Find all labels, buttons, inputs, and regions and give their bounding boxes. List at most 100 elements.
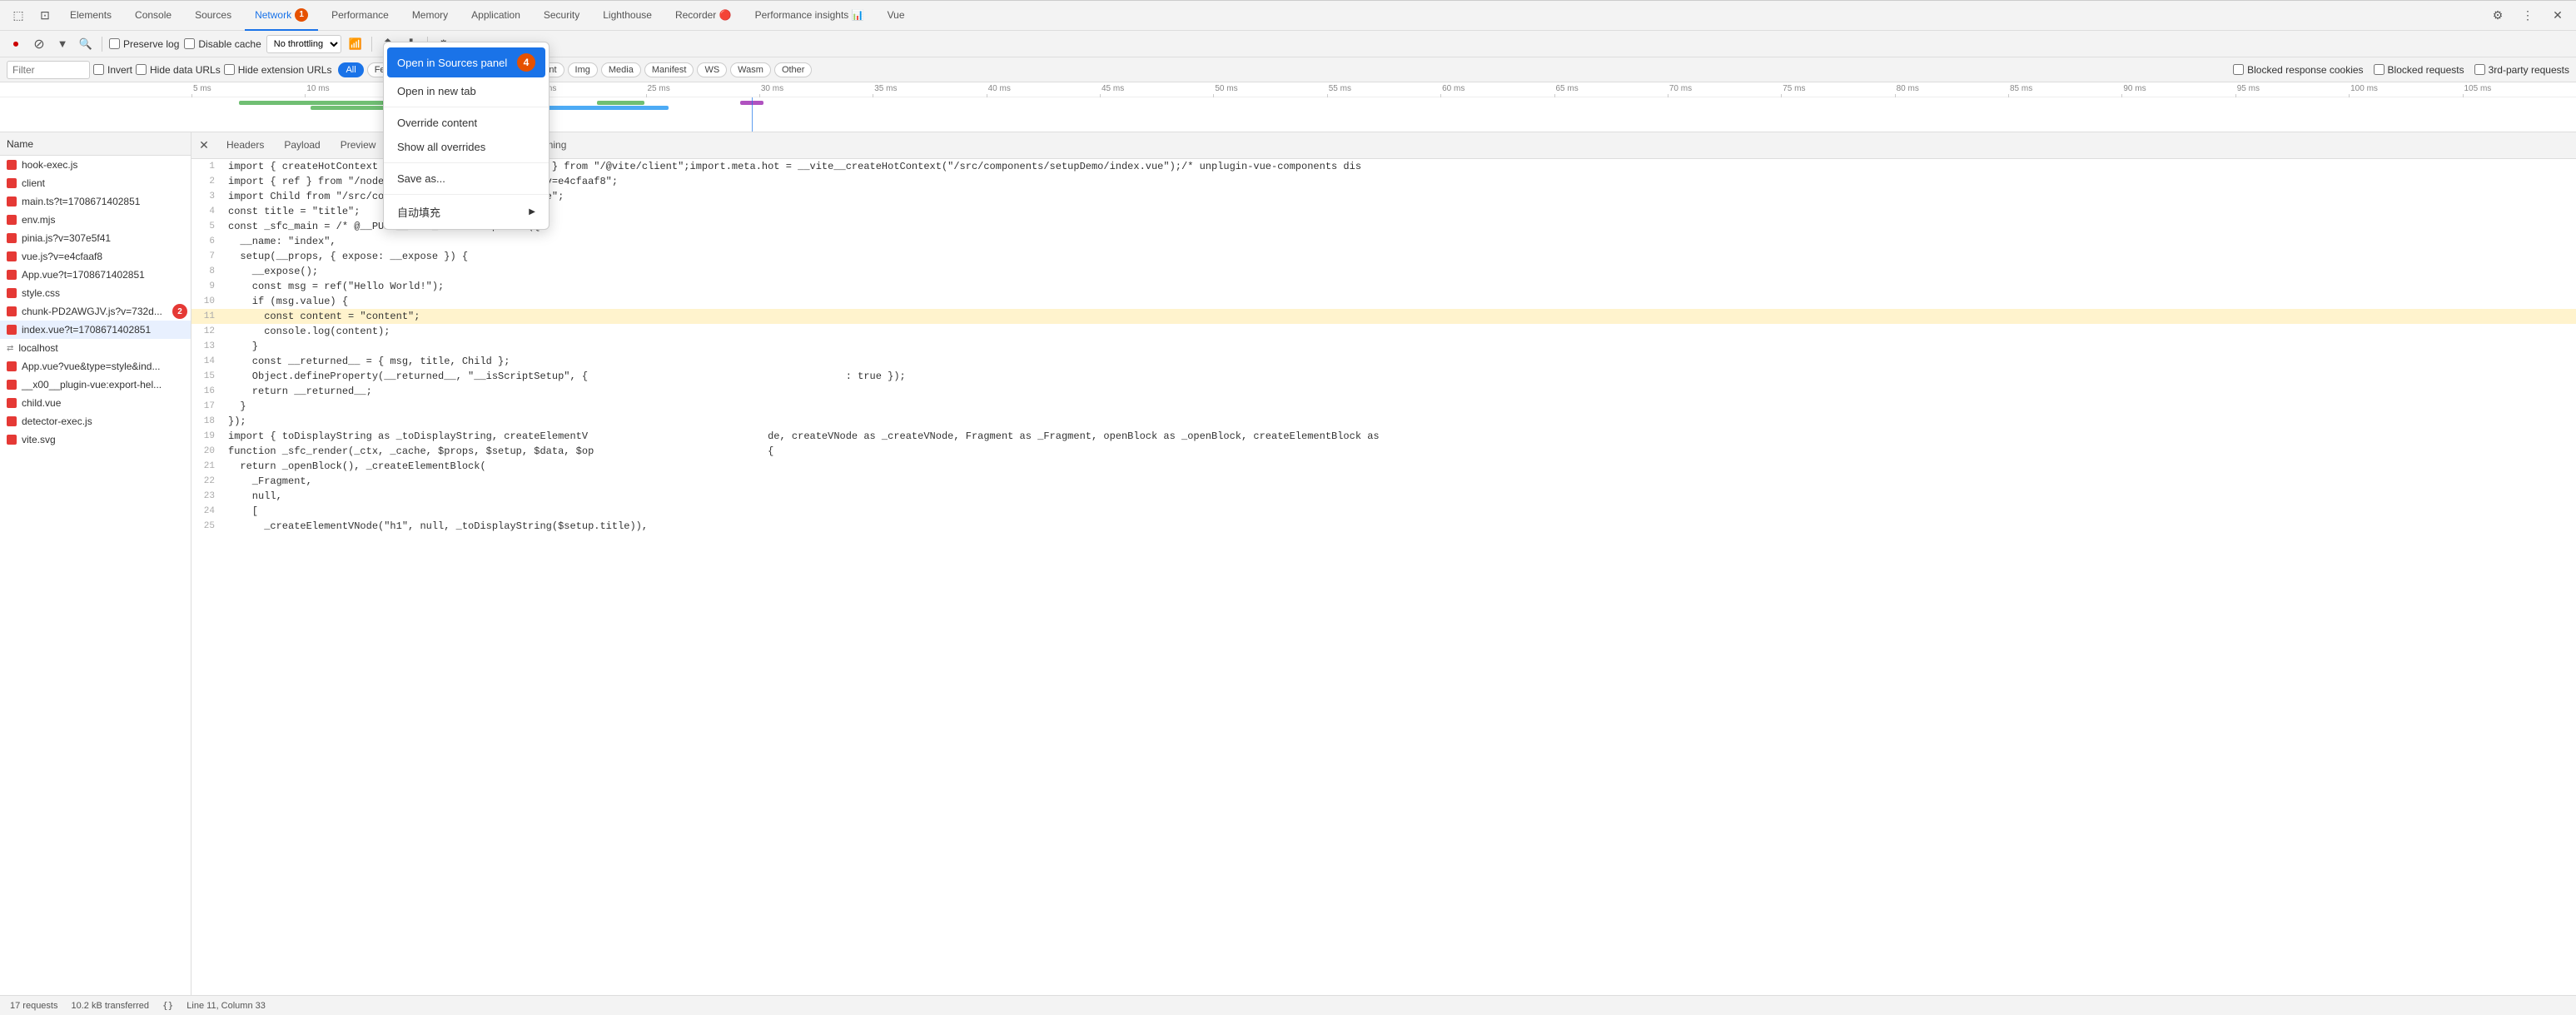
tick-15: 80 ms	[1895, 84, 2008, 93]
hide-data-urls-text: Hide data URLs	[150, 64, 221, 76]
chip-ws[interactable]: WS	[697, 62, 727, 77]
file-icon-4	[7, 233, 17, 243]
chip-img[interactable]: Img	[568, 62, 598, 77]
file-item-14[interactable]: detector-exec.js	[0, 412, 191, 430]
line-content-12: console.log(content);	[225, 324, 2576, 339]
code-line-13: 13 }	[191, 339, 2576, 354]
blocked-requests-text: Blocked requests	[2388, 64, 2464, 76]
preserve-log-text: Preserve log	[123, 38, 179, 50]
line-number-23: 23	[191, 489, 225, 504]
hide-extension-urls-label[interactable]: Hide extension URLs	[224, 64, 332, 76]
ctx-autofill[interactable]: 自动填充 ▶	[384, 198, 549, 226]
settings-icon[interactable]: ⚙	[2486, 4, 2509, 27]
file-item-0[interactable]: hook-exec.js	[0, 156, 191, 174]
ctx-save-as[interactable]: Save as...	[384, 167, 549, 191]
file-item-12[interactable]: __x00__plugin-vue:export-hel...	[0, 376, 191, 394]
invert-label[interactable]: Invert	[93, 64, 132, 76]
file-item-4[interactable]: pinia.js?v=307e5f41	[0, 229, 191, 247]
tab-application[interactable]: Application	[461, 1, 530, 31]
detail-tab-payload[interactable]: Payload	[274, 132, 330, 159]
invert-checkbox[interactable]	[93, 64, 104, 75]
line-number-18: 18	[191, 414, 225, 429]
chip-media[interactable]: Media	[601, 62, 641, 77]
filter-input[interactable]	[7, 61, 90, 79]
transferred-size: 10.2 kB transferred	[71, 1001, 149, 1011]
tab-performance[interactable]: Performance	[321, 1, 399, 31]
file-item-3[interactable]: env.mjs	[0, 211, 191, 229]
file-name-2: main.ts?t=1708671402851	[22, 196, 140, 207]
chip-other[interactable]: Other	[774, 62, 813, 77]
file-name-7: style.css	[22, 287, 60, 299]
tab-elements[interactable]: Elements	[60, 1, 122, 31]
tab-network[interactable]: Network1	[245, 1, 318, 31]
ctx-show-all-overrides[interactable]: Show all overrides	[384, 135, 549, 159]
hide-data-urls-label[interactable]: Hide data URLs	[136, 64, 221, 76]
blocked-requests-checkbox[interactable]	[2374, 64, 2385, 75]
device-toolbar-icon[interactable]: ⊡	[33, 4, 57, 27]
disable-cache-label[interactable]: Disable cache	[184, 38, 261, 50]
hide-extension-urls-checkbox[interactable]	[224, 64, 235, 75]
tab-vue[interactable]: Vue	[878, 1, 915, 31]
tab-sources[interactable]: Sources	[185, 1, 241, 31]
file-icon-7	[7, 288, 17, 298]
blocked-requests-label[interactable]: Blocked requests	[2374, 64, 2464, 76]
line-content-22: _Fragment,	[225, 474, 2576, 489]
chip-all[interactable]: All	[338, 62, 363, 77]
main-panel: Name hook-exec.js client main.ts?t=17086…	[0, 132, 2576, 995]
file-item-8[interactable]: chunk-PD2AWGJV.js?v=732d... 2	[0, 302, 191, 321]
third-party-requests-label[interactable]: 3rd-party requests	[2474, 64, 2569, 76]
blocked-response-cookies-checkbox[interactable]	[2233, 64, 2244, 75]
chip-wasm[interactable]: Wasm	[730, 62, 771, 77]
tab-perf-insights[interactable]: Performance insights 📊	[745, 1, 874, 31]
file-item-11[interactable]: App.vue?vue&type=style&ind...	[0, 357, 191, 376]
requests-count: 17 requests	[10, 1001, 57, 1011]
file-item-1[interactable]: client	[0, 174, 191, 192]
file-item-7[interactable]: style.css	[0, 284, 191, 302]
file-item-9[interactable]: index.vue?t=1708671402851	[0, 321, 191, 339]
preserve-log-label[interactable]: Preserve log	[109, 38, 179, 50]
disable-cache-text: Disable cache	[198, 38, 261, 50]
throttle-select[interactable]: No throttling	[266, 35, 341, 53]
file-item-13[interactable]: child.vue	[0, 394, 191, 412]
file-icon-9	[7, 325, 17, 335]
preserve-log-checkbox[interactable]	[109, 38, 120, 49]
wifi-icon[interactable]: 📶	[346, 35, 365, 53]
line-content-17: }	[225, 399, 2576, 414]
file-item-2[interactable]: main.ts?t=1708671402851	[0, 192, 191, 211]
chip-manifest[interactable]: Manifest	[644, 62, 694, 77]
file-item-6[interactable]: App.vue?t=1708671402851	[0, 266, 191, 284]
file-name-11: App.vue?vue&type=style&ind...	[22, 361, 160, 372]
file-item-15[interactable]: vite.svg	[0, 430, 191, 449]
close-devtools-icon[interactable]: ✕	[2546, 4, 2569, 27]
line-content-16: return __returned__;	[225, 384, 2576, 399]
timeline-bar-6	[597, 101, 644, 105]
search-button[interactable]: 🔍	[77, 35, 95, 53]
file-item-10[interactable]: ⇄ localhost	[0, 339, 191, 357]
detail-tab-headers[interactable]: Headers	[216, 132, 274, 159]
blocked-response-cookies-label[interactable]: Blocked response cookies	[2233, 64, 2363, 76]
detail-tab-preview[interactable]: Preview	[331, 132, 386, 159]
code-line-15: 15 Object.defineProperty(__returned__, "…	[191, 369, 2576, 384]
line-number-7: 7	[191, 249, 225, 264]
code-line-9: 9 const msg = ref("Hello World!");	[191, 279, 2576, 294]
detail-close-button[interactable]: ✕	[195, 137, 213, 155]
code-line-16: 16 return __returned__;	[191, 384, 2576, 399]
tick-0: 5 ms	[191, 84, 305, 93]
more-options-icon[interactable]: ⋮	[2516, 4, 2539, 27]
hide-data-urls-checkbox[interactable]	[136, 64, 147, 75]
third-party-requests-checkbox[interactable]	[2474, 64, 2485, 75]
line-content-21: return _openBlock(), _createElementBlock…	[225, 459, 2576, 474]
tab-memory[interactable]: Memory	[402, 1, 458, 31]
filter-toggle-button[interactable]: ▼	[53, 35, 72, 53]
code-line-22: 22 _Fragment,	[191, 474, 2576, 489]
inspect-icon[interactable]: ⬚	[7, 4, 30, 27]
clear-button[interactable]: ⊘	[30, 35, 48, 53]
tab-console[interactable]: Console	[125, 1, 182, 31]
file-item-5[interactable]: vue.js?v=e4cfaaf8	[0, 247, 191, 266]
tab-security[interactable]: Security	[534, 1, 589, 31]
tab-recorder[interactable]: Recorder 🔴	[665, 1, 742, 31]
code-area[interactable]: 1import { createHotContext as __vite__cr…	[191, 159, 2576, 995]
disable-cache-checkbox[interactable]	[184, 38, 195, 49]
record-button[interactable]: ⏺	[7, 35, 25, 53]
tab-lighthouse[interactable]: Lighthouse	[593, 1, 662, 31]
